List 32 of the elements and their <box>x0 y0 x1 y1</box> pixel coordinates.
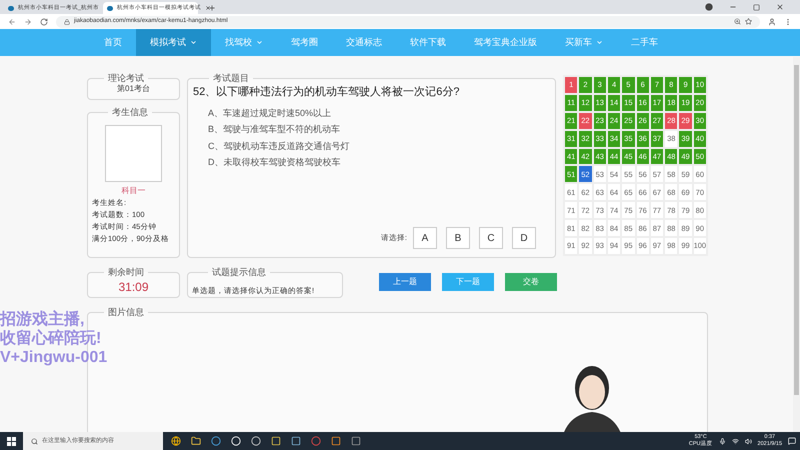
nav-item[interactable]: 买新车 <box>551 29 617 56</box>
section-title: 考生信息 <box>111 108 149 117</box>
section-title: 试题提示信息 <box>211 268 267 277</box>
answer-button[interactable]: D <box>512 227 536 249</box>
option-text: B、驾驶与准驾车型不符的机动车 <box>208 123 342 136</box>
nav-button[interactable]: 下一题 <box>442 273 494 291</box>
nav-item[interactable]: 找驾校 <box>211 29 277 56</box>
nav-item[interactable]: 二手车 <box>617 29 672 56</box>
nav-item[interactable]: 模拟考试 <box>136 29 211 56</box>
section-title: 图片信息 <box>107 308 145 317</box>
option-text: A、车速超过规定时速50%以上 <box>208 106 332 120</box>
option-text: D、未取得校车驾驶资格驾驶校车 <box>208 156 342 169</box>
question-text: 52、以下哪种违法行为的机动车驾驶人将被一次记6分? <box>193 85 460 100</box>
overlay-text: V+Jingwu-001 <box>0 348 108 367</box>
subject-text: 科目一 <box>120 185 146 197</box>
section-title: 理论考试 <box>107 74 145 83</box>
nav-item[interactable]: 首页 <box>90 29 136 56</box>
answer-button[interactable]: C <box>479 227 503 249</box>
nav-item[interactable]: 驾考宝典企业版 <box>460 29 551 56</box>
timer-value: 31:09 <box>118 279 149 296</box>
nav-button[interactable]: 交卷 <box>505 273 557 291</box>
nav-button[interactable]: 上一题 <box>379 273 431 291</box>
nav-item[interactable]: 驾考圈 <box>277 29 332 56</box>
option-text: C、驾驶机动车违反道路交通信号灯 <box>208 140 350 152</box>
section-title: 考试题目 <box>212 74 250 83</box>
section-title: 剩余时间 <box>107 268 145 277</box>
nav-item[interactable]: 交通标志 <box>332 29 396 56</box>
answer-button[interactable]: B <box>446 227 470 249</box>
overlay-text: 收留心碎陪玩! <box>0 329 102 348</box>
seat-text: 第01考台 <box>117 83 150 95</box>
answer-button[interactable]: A <box>413 227 437 249</box>
nav-item[interactable]: 软件下载 <box>396 29 460 56</box>
